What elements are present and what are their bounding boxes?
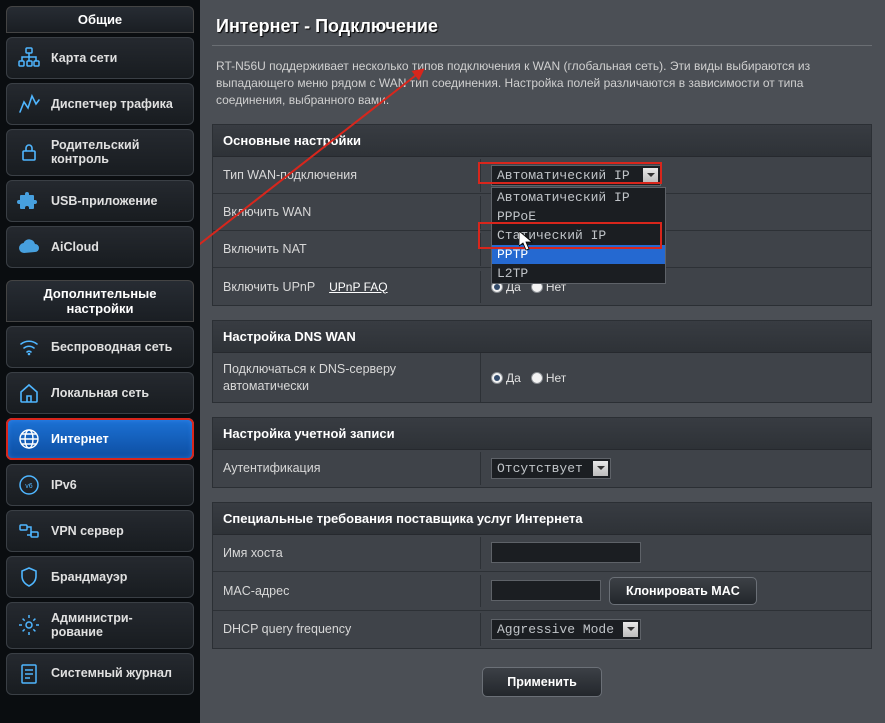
sidebar-item-syslog[interactable]: Системный журнал [6, 653, 194, 695]
label-mac: MAC-адрес [213, 575, 481, 607]
home-icon [17, 381, 41, 405]
dns-settings-group: Настройка DNS WAN Подключаться к DNS-сер… [212, 320, 872, 403]
page-description: RT-N56U поддерживает несколько типов под… [212, 54, 872, 124]
gear-icon [17, 613, 41, 637]
sidebar-item-vpn[interactable]: VPN сервер [6, 510, 194, 552]
option-auto-ip[interactable]: Автоматический IP [492, 188, 665, 207]
isp-settings-group: Специальные требования поставщика услуг … [212, 502, 872, 649]
row-auth: Аутентификация Отсутствует [213, 450, 871, 487]
upnp-faq-link[interactable]: UPnP FAQ [329, 280, 387, 294]
label-enable-wan: Включить WAN [213, 196, 481, 228]
vpn-icon [17, 519, 41, 543]
cloud-icon [17, 235, 41, 259]
radio-icon [491, 372, 503, 384]
nav-label: USB-приложение [51, 194, 158, 208]
label-enable-upnp: Включить UPnP UPnP FAQ [213, 271, 481, 304]
row-mac: MAC-адрес Клонировать MAC [213, 572, 871, 611]
row-dhcp-freq: DHCP query frequency Aggressive Mode [213, 611, 871, 648]
traffic-icon [17, 92, 41, 116]
nav-label: AiCloud [51, 240, 99, 254]
dhcp-freq-select[interactable]: Aggressive Mode [491, 619, 641, 640]
option-static-ip[interactable]: Статический IP [492, 226, 665, 245]
basic-settings-group: Основные настройки Тип WAN-подключения А… [212, 124, 872, 306]
sidebar-item-administration[interactable]: Администри-рование [6, 602, 194, 649]
nav-label: Системный журнал [51, 666, 172, 680]
row-hostname: Имя хоста [213, 535, 871, 572]
option-pppoe[interactable]: PPPoE [492, 207, 665, 226]
chevron-down-icon [593, 461, 608, 476]
sidebar-item-parental-control[interactable]: Родительский контроль [6, 129, 194, 176]
sidebar-item-aicloud[interactable]: AiCloud [6, 226, 194, 268]
chevron-down-icon [623, 622, 638, 637]
dns-radio-group: Да Нет [491, 371, 566, 385]
sidebar: Общие Карта сети Диспетчер трафика Родит… [0, 0, 200, 723]
row-wan-type: Тип WAN-подключения Автоматический IP Ав… [213, 157, 871, 194]
wan-type-value: Автоматический IP [497, 168, 630, 183]
label-wan-type: Тип WAN-подключения [213, 159, 481, 191]
wifi-icon [17, 335, 41, 359]
option-pptp[interactable]: PPTP [492, 245, 665, 264]
nav-label: Беспроводная сеть [51, 340, 172, 354]
sidebar-item-lan[interactable]: Локальная сеть [6, 372, 194, 414]
nav-label: Родительский контроль [51, 138, 183, 167]
nav-label: Локальная сеть [51, 386, 149, 400]
label-dhcp-freq: DHCP query frequency [213, 613, 481, 645]
divider [212, 45, 872, 46]
journal-icon [17, 662, 41, 686]
sidebar-item-wireless[interactable]: Беспроводная сеть [6, 326, 194, 368]
upnp-label-text: Включить UPnP [223, 280, 315, 294]
ipv6-icon: v6 [17, 473, 41, 497]
radio-icon [531, 372, 543, 384]
apply-button[interactable]: Применить [482, 667, 602, 697]
dhcp-value: Aggressive Mode [497, 622, 614, 637]
puzzle-icon [17, 189, 41, 213]
auth-select[interactable]: Отсутствует [491, 458, 611, 479]
hostname-input[interactable] [491, 542, 641, 563]
sidebar-item-usb-app[interactable]: USB-приложение [6, 180, 194, 222]
shield-icon [17, 565, 41, 589]
apply-wrap: Применить [212, 663, 872, 697]
sidebar-item-internet[interactable]: Интернет [6, 418, 194, 460]
sidebar-item-ipv6[interactable]: v6 IPv6 [6, 464, 194, 506]
row-dns-auto: Подключаться к DNS-серверу автоматически… [213, 353, 871, 402]
nav-label: IPv6 [51, 478, 77, 492]
chevron-down-icon [643, 168, 658, 183]
nav-label: Диспетчер трафика [51, 97, 173, 111]
label-dns-auto: Подключаться к DNS-серверу автоматически [213, 353, 481, 402]
globe-icon [17, 427, 41, 451]
lock-icon [17, 140, 41, 164]
account-settings-group: Настройка учетной записи Аутентификация … [212, 417, 872, 488]
wan-type-select[interactable]: Автоматический IP [491, 165, 661, 186]
group-header-dns: Настройка DNS WAN [213, 321, 871, 353]
general-section-header: Общие [6, 6, 194, 33]
page-title: Интернет - Подключение [212, 10, 885, 45]
label-hostname: Имя хоста [213, 537, 481, 569]
dns-yes[interactable]: Да [491, 371, 521, 385]
nav-label: VPN сервер [51, 524, 124, 538]
main-content: Интернет - Подключение RT-N56U поддержив… [200, 0, 885, 723]
dns-no[interactable]: Нет [531, 371, 566, 385]
svg-text:v6: v6 [25, 483, 33, 490]
clone-mac-button[interactable]: Клонировать MAC [609, 577, 757, 605]
sidebar-item-firewall[interactable]: Брандмауэр [6, 556, 194, 598]
nav-label: Карта сети [51, 51, 117, 65]
option-l2tp[interactable]: L2TP [492, 264, 665, 283]
nav-label: Администри-рование [51, 611, 183, 640]
group-header-basic: Основные настройки [213, 125, 871, 157]
nav-label: Брандмауэр [51, 570, 127, 584]
advanced-section-header: Дополнительные настройки [6, 280, 194, 322]
sidebar-item-network-map[interactable]: Карта сети [6, 37, 194, 79]
sidebar-item-traffic-manager[interactable]: Диспетчер трафика [6, 83, 194, 125]
wan-type-dropdown: Автоматический IP PPPoE Статический IP P… [491, 187, 666, 284]
mac-input[interactable] [491, 580, 601, 601]
label-enable-nat: Включить NAT [213, 233, 481, 265]
auth-value: Отсутствует [497, 461, 583, 476]
nav-label: Интернет [51, 432, 109, 446]
label-auth: Аутентификация [213, 452, 481, 484]
network-map-icon [17, 46, 41, 70]
group-header-account: Настройка учетной записи [213, 418, 871, 450]
group-header-isp: Специальные требования поставщика услуг … [213, 503, 871, 535]
